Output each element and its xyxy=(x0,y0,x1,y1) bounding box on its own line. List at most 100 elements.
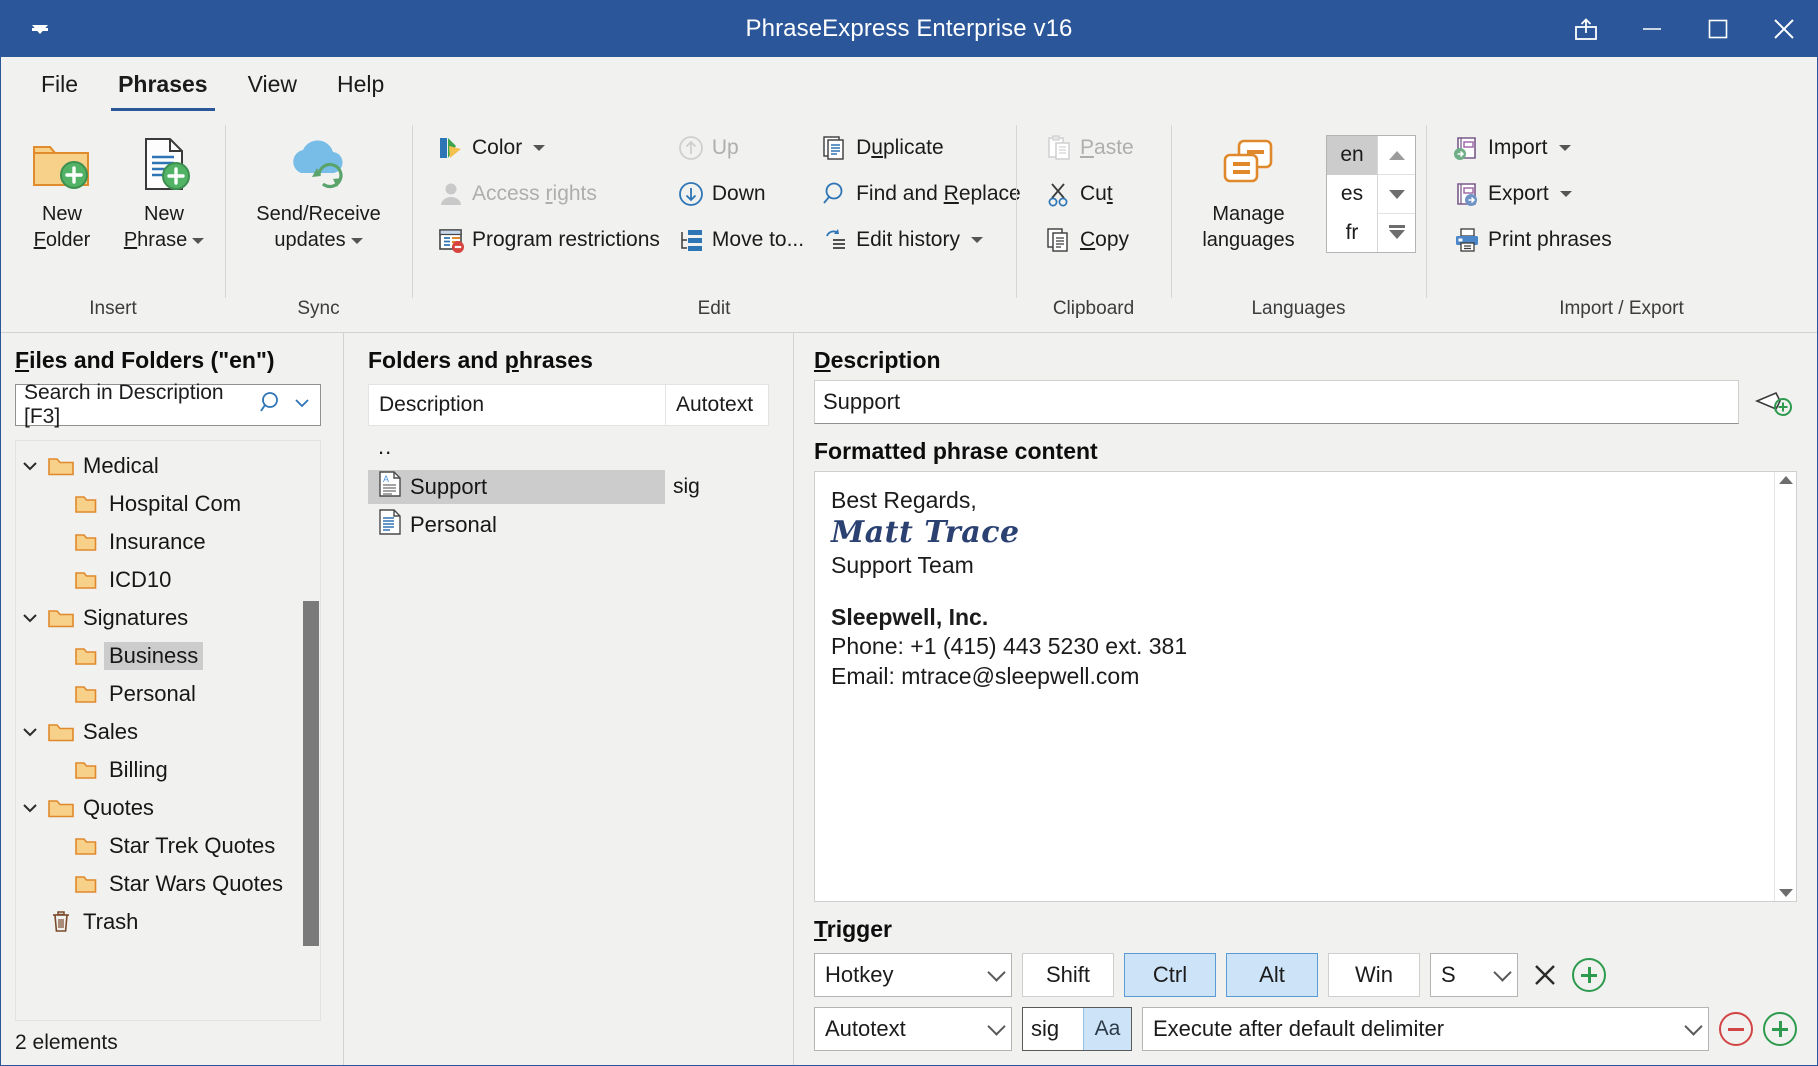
formatted-content-body[interactable]: Best Regards, Matt Trace Support Team Sl… xyxy=(815,472,1774,901)
search-input[interactable]: Search in Description [F3] xyxy=(15,381,321,428)
export-label: Export xyxy=(1488,182,1549,205)
autotext-type-select[interactable]: Autotext xyxy=(814,1007,1012,1051)
phrase-list[interactable]: .. A Support sig Personal xyxy=(368,426,769,1065)
content-line-company: Sleepwell, Inc. xyxy=(831,603,989,630)
search-options-chevron-down-icon[interactable] xyxy=(290,391,314,420)
chevron-expanded-icon[interactable] xyxy=(16,456,44,476)
print-phrases-button[interactable]: Print phrases xyxy=(1448,221,1616,259)
language-item-es[interactable]: es xyxy=(1327,175,1377,214)
formatted-content-editor[interactable]: Best Regards, Matt Trace Support Team Sl… xyxy=(814,471,1797,902)
add-trigger-button-bottom[interactable] xyxy=(1763,1012,1797,1046)
menu-item-phrases[interactable]: Phrases xyxy=(98,57,228,112)
move-up-button[interactable]: Up xyxy=(672,129,808,167)
tree-item-label: Signatures xyxy=(83,605,189,630)
content-scrollbar[interactable] xyxy=(1774,472,1796,901)
language-bottom-button[interactable] xyxy=(1378,214,1415,252)
close-button[interactable] xyxy=(1751,1,1817,57)
column-header-description[interactable]: Description xyxy=(368,384,665,426)
add-trigger-button-top[interactable] xyxy=(1572,958,1606,992)
tree-item-personal[interactable]: Personal xyxy=(16,675,320,713)
scroll-up-icon[interactable] xyxy=(1778,476,1793,484)
autotext-input[interactable]: sig xyxy=(1023,1008,1083,1050)
tree-item-insurance[interactable]: Insurance xyxy=(16,523,320,561)
tree-item-billing[interactable]: Billing xyxy=(16,751,320,789)
language-up-button[interactable] xyxy=(1378,136,1415,175)
modifier-ctrl-button[interactable]: Ctrl xyxy=(1124,953,1216,997)
modifier-shift-button[interactable]: Shift xyxy=(1022,953,1114,997)
edit-history-button[interactable]: Edit history xyxy=(816,221,1025,259)
remove-hotkey-button[interactable] xyxy=(1528,960,1562,990)
table-row[interactable]: A Support sig xyxy=(368,468,769,506)
phrase-name-cell[interactable]: A Support xyxy=(368,470,665,504)
window-controls xyxy=(1553,1,1817,57)
color-button[interactable]: Color xyxy=(432,129,664,167)
window-title: PhraseExpress Enterprise v16 xyxy=(745,15,1073,42)
tree-item-quotes[interactable]: Quotes xyxy=(16,789,320,827)
tree-item-trash[interactable]: Trash xyxy=(16,903,320,941)
tree-scrollbar-thumb[interactable] xyxy=(303,601,319,946)
minimize-button[interactable] xyxy=(1619,1,1685,57)
tree-scrollbar[interactable] xyxy=(302,441,320,1020)
autotext-execution-select[interactable]: Execute after default delimiter xyxy=(1142,1007,1709,1051)
access-rights-button[interactable]: Access rights xyxy=(432,175,664,213)
language-item-en[interactable]: en xyxy=(1327,136,1377,175)
remove-autotext-button[interactable] xyxy=(1719,1012,1753,1046)
tree-item-hospital-com[interactable]: Hospital Com xyxy=(16,485,320,523)
duplicate-button[interactable]: Duplicate xyxy=(816,129,1025,167)
menu-item-view[interactable]: View xyxy=(228,57,317,111)
quick-access-toolbar-button[interactable] xyxy=(1,1,79,57)
tree-item-label: Trash xyxy=(83,909,139,934)
hotkey-key-select[interactable]: S xyxy=(1430,953,1518,997)
tree-item-star-wars-quotes[interactable]: Star Wars Quotes xyxy=(16,865,320,903)
table-row[interactable]: Personal xyxy=(368,506,769,544)
add-description-icon[interactable] xyxy=(1749,380,1797,424)
ribbon-group-label-sync: Sync xyxy=(297,298,340,319)
tree-item-business[interactable]: Business xyxy=(16,637,320,675)
maximize-button[interactable] xyxy=(1685,1,1751,57)
copy-button[interactable]: Copy xyxy=(1040,221,1138,259)
list-item-parent[interactable]: .. xyxy=(368,426,769,468)
import-button[interactable]: Import xyxy=(1448,129,1616,167)
share-button[interactable] xyxy=(1553,1,1619,57)
new-folder-button[interactable]: New Folder xyxy=(11,123,113,254)
language-list[interactable]: en es fr xyxy=(1327,136,1377,252)
trigger-type-select[interactable]: Hotkey xyxy=(814,953,1012,997)
modifier-win-button[interactable]: Win xyxy=(1328,953,1420,997)
language-item-fr[interactable]: fr xyxy=(1327,213,1377,252)
search-icon[interactable] xyxy=(258,390,284,421)
move-to-button[interactable]: Move to... xyxy=(672,221,808,259)
chevron-expanded-icon[interactable] xyxy=(16,722,44,742)
chevron-expanded-icon[interactable] xyxy=(16,608,44,628)
scroll-down-icon[interactable] xyxy=(1778,889,1793,897)
menu-item-file[interactable]: File xyxy=(21,57,98,111)
cut-button[interactable]: Cut xyxy=(1040,175,1138,213)
move-down-button[interactable]: Down xyxy=(672,175,808,213)
paste-button[interactable]: Paste xyxy=(1040,129,1138,167)
language-down-button[interactable] xyxy=(1378,175,1415,214)
description-input[interactable]: Support xyxy=(814,380,1739,424)
folder-tree[interactable]: Medical Hospital Com Insurance ICD10 Sig… xyxy=(15,440,321,1021)
column-header-autotext[interactable]: Autotext xyxy=(665,384,769,426)
copy-icon xyxy=(1044,225,1074,255)
modifier-alt-button[interactable]: Alt xyxy=(1226,953,1318,997)
autotext-case-toggle[interactable]: Aa xyxy=(1083,1008,1131,1050)
find-and-replace-button[interactable]: Find and Replace xyxy=(816,175,1025,213)
tree-item-star-trek-quotes[interactable]: Star Trek Quotes xyxy=(16,827,320,865)
ribbon-group-languages: Manage languages en es fr Languages xyxy=(1171,111,1426,332)
send-receive-updates-button[interactable]: Send/Receive updates xyxy=(235,123,402,254)
tree-item-sales[interactable]: Sales xyxy=(16,713,320,751)
export-button[interactable]: Export xyxy=(1448,175,1616,213)
ribbon-group-label-insert: Insert xyxy=(89,298,137,319)
chevron-expanded-icon[interactable] xyxy=(16,798,44,818)
tree-item-signatures[interactable]: Signatures xyxy=(16,599,320,637)
manage-languages-button[interactable]: Manage languages xyxy=(1191,123,1306,254)
phrase-name-cell[interactable]: Personal xyxy=(368,508,665,542)
language-selector[interactable]: en es fr xyxy=(1326,135,1416,253)
tree-item-icd10[interactable]: ICD10 xyxy=(16,561,320,599)
new-phrase-button[interactable]: New Phrase xyxy=(113,123,215,254)
color-label: Color xyxy=(472,136,523,159)
tree-item-medical[interactable]: Medical xyxy=(16,447,320,485)
program-restrictions-button[interactable]: Program restrictions xyxy=(432,221,664,259)
autotext-input-group[interactable]: sig Aa xyxy=(1022,1007,1132,1051)
menu-item-help[interactable]: Help xyxy=(317,57,404,111)
